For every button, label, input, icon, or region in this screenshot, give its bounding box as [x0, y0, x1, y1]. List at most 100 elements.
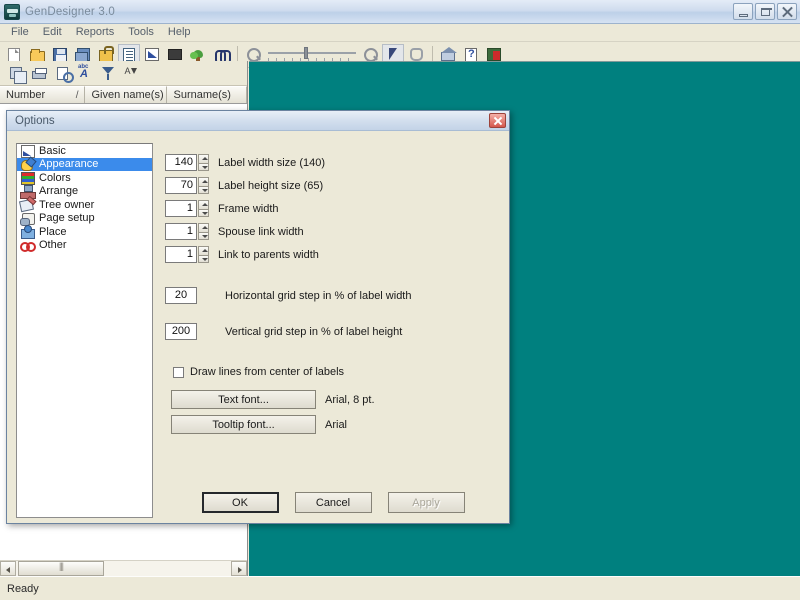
column-header-number[interactable]: Number / — [0, 86, 85, 103]
column-header-surnames[interactable]: Surname(s) — [167, 86, 247, 103]
minimize-button[interactable] — [733, 3, 753, 20]
sidebar-item-basic[interactable]: Basic — [17, 144, 152, 158]
exit-icon — [487, 48, 501, 61]
scroll-right-icon[interactable] — [231, 561, 247, 576]
dialog-title: Options — [15, 115, 489, 127]
link-to-parents-width-stepper[interactable] — [198, 246, 209, 263]
stepper-down-icon[interactable] — [198, 209, 209, 218]
label-width-stepper[interactable] — [198, 154, 209, 171]
spouse-link-width-stepper[interactable] — [198, 223, 209, 240]
sidebar-item-place[interactable]: Place — [17, 225, 152, 239]
stepper-up-icon[interactable] — [198, 200, 209, 209]
copy-icon — [10, 67, 22, 79]
sidebar-item-other[interactable]: Other — [17, 239, 152, 253]
scrollbar-track[interactable] — [16, 561, 231, 576]
save-all-icon — [77, 48, 90, 61]
filter-icon — [102, 66, 114, 80]
black-box-icon — [168, 49, 182, 60]
chart-icon — [145, 48, 159, 61]
scroll-left-icon[interactable] — [0, 561, 16, 576]
horizontal-grid-step-label: Horizontal grid step in % of label width — [225, 290, 411, 302]
sidebar-item-label: Tree owner — [39, 199, 94, 211]
frame-width-row: 1 Frame width — [165, 200, 499, 217]
close-button[interactable] — [777, 3, 797, 20]
horizontal-grid-step-row: 20 Horizontal grid step in % of label wi… — [165, 287, 499, 304]
sidebar-item-colors[interactable]: Colors — [17, 171, 152, 185]
stepper-up-icon[interactable] — [198, 154, 209, 163]
help-icon — [465, 48, 477, 62]
vertical-grid-step-input[interactable]: 200 — [165, 323, 197, 340]
stepper-up-icon[interactable] — [198, 223, 209, 232]
column-header-given-names[interactable]: Given name(s) — [85, 86, 167, 103]
tooltip-font-value: Arial — [325, 419, 347, 431]
basic-icon — [20, 144, 35, 157]
application-icon — [4, 4, 20, 20]
sidebar-item-label: Arrange — [39, 185, 78, 197]
scrollbar-thumb[interactable] — [18, 561, 104, 576]
stepper-down-icon[interactable] — [198, 255, 209, 264]
label-width-row: 140 Label width size (140) — [165, 154, 499, 171]
link-to-parents-width-input[interactable]: 1 — [165, 246, 197, 263]
print-button[interactable] — [28, 62, 50, 84]
sidebar-item-label: Place — [39, 226, 67, 238]
open-folder-icon — [30, 51, 45, 62]
menu-item-file[interactable]: File — [4, 24, 36, 41]
tooltip-font-button[interactable]: Tooltip font... — [171, 415, 316, 434]
stepper-down-icon[interactable] — [198, 186, 209, 195]
label-height-input[interactable]: 70 — [165, 177, 197, 194]
draw-lines-from-center-row[interactable]: Draw lines from center of labels — [165, 364, 499, 380]
frame-width-label: Frame width — [218, 203, 279, 215]
sidebar-item-appearance[interactable]: Appearance — [17, 158, 152, 172]
frame-width-input[interactable]: 1 — [165, 200, 197, 217]
link-to-parents-width-row: 1 Link to parents width — [165, 246, 499, 263]
link-to-parents-width-label: Link to parents width — [218, 249, 319, 261]
window-title: GenDesigner 3.0 — [25, 6, 733, 18]
page-setup-icon — [20, 212, 35, 225]
maximize-button[interactable] — [755, 3, 775, 20]
stepper-down-icon[interactable] — [198, 232, 209, 241]
window-controls — [733, 3, 797, 20]
list-horizontal-scrollbar[interactable] — [0, 560, 247, 576]
vertical-grid-step-label: Vertical grid step in % of label height — [225, 326, 402, 338]
sort-button[interactable] — [120, 62, 142, 84]
sidebar-item-tree-owner[interactable]: Tree owner — [17, 198, 152, 212]
cancel-button[interactable]: Cancel — [295, 492, 372, 513]
sort-indicator-icon: / — [76, 88, 79, 103]
draw-lines-from-center-checkbox[interactable] — [173, 367, 184, 378]
stepper-up-icon[interactable] — [198, 246, 209, 255]
menu-item-tools[interactable]: Tools — [121, 24, 161, 41]
stepper-up-icon[interactable] — [198, 177, 209, 186]
copy-button[interactable] — [5, 62, 27, 84]
label-width-input[interactable]: 140 — [165, 154, 197, 171]
list-toolbar — [0, 61, 247, 86]
horizontal-grid-step-input[interactable]: 20 — [165, 287, 197, 304]
text-font-button[interactable]: Text font... — [171, 390, 316, 409]
status-text: Ready — [7, 583, 39, 595]
spell-check-button[interactable] — [74, 62, 96, 84]
label-height-stepper[interactable] — [198, 177, 209, 194]
zoom-in-icon — [364, 48, 377, 61]
menu-item-reports[interactable]: Reports — [69, 24, 122, 41]
options-category-list[interactable]: Basic Appearance Colors Arrange Tree own… — [16, 143, 153, 518]
frame-width-stepper[interactable] — [198, 200, 209, 217]
print-preview-button[interactable] — [51, 62, 73, 84]
status-bar: Ready — [0, 576, 800, 600]
menu-item-edit[interactable]: Edit — [36, 24, 69, 41]
title-bar: GenDesigner 3.0 — [0, 0, 800, 24]
dialog-title-bar: Options — [7, 111, 509, 131]
dialog-body: Basic Appearance Colors Arrange Tree own… — [7, 131, 509, 523]
spouse-link-width-input[interactable]: 1 — [165, 223, 197, 240]
sidebar-item-arrange[interactable]: Arrange — [17, 185, 152, 199]
draw-lines-from-center-label: Draw lines from center of labels — [190, 366, 344, 378]
tree-owner-icon — [20, 198, 35, 211]
sidebar-item-page-setup[interactable]: Page setup — [17, 212, 152, 226]
stepper-down-icon[interactable] — [198, 163, 209, 172]
menu-item-help[interactable]: Help — [161, 24, 198, 41]
other-icon — [20, 239, 35, 252]
filter-button[interactable] — [97, 62, 119, 84]
ok-button[interactable]: OK — [202, 492, 279, 513]
dialog-close-icon[interactable] — [489, 113, 506, 128]
print-preview-icon — [57, 67, 68, 80]
place-icon — [20, 225, 35, 238]
label-width-label: Label width size (140) — [218, 157, 325, 169]
